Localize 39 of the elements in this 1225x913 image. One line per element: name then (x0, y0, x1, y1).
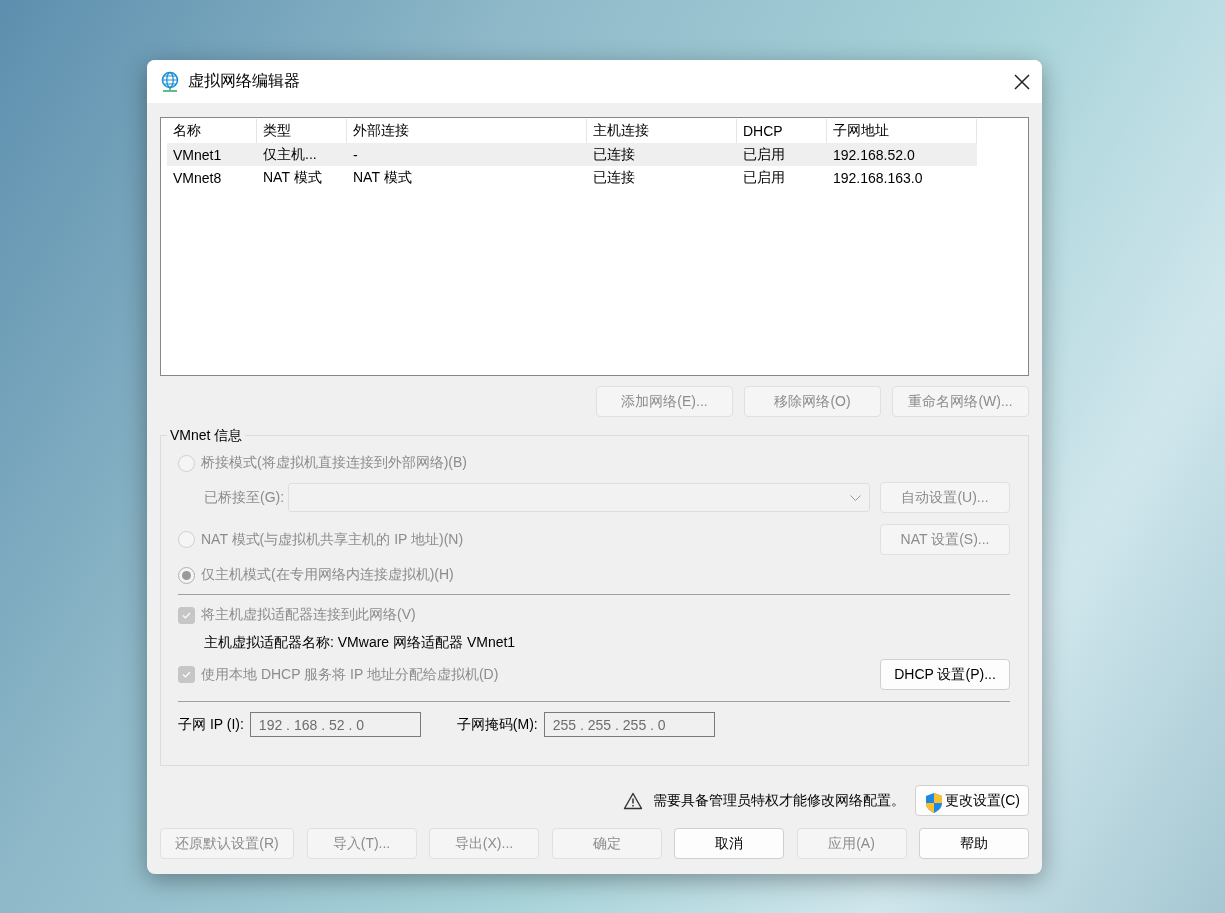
group-title: VMnet 信息 (167, 427, 246, 443)
chevron-down-icon (850, 494, 861, 501)
radio-label: 仅主机模式(在专用网络内连接虚拟机)(H) (201, 566, 454, 584)
dialog-button[interactable]: DHCP 设置(P)... (880, 659, 1010, 690)
dialog-button[interactable]: 取消 (674, 828, 784, 859)
table-cell-text: 192.168.163.0 (832, 168, 924, 188)
globe-icon (160, 70, 180, 93)
shield-icon (923, 792, 944, 815)
check-icon (182, 611, 191, 619)
warning-icon (622, 791, 643, 810)
window-title: 虚拟网络编辑器 (188, 71, 301, 91)
table-cell-text: 已连接 (592, 167, 636, 187)
table-cell-text: VMnet1 (172, 145, 223, 165)
table-cell-text: 已启用 (742, 144, 786, 164)
dialog-button[interactable]: 更改设置(C) (914, 785, 1029, 816)
table-row[interactable]: VMnet8 NAT 模式 NAT 模式 已连接 已启用 192.168.163.0 (167, 166, 1022, 189)
table-cell-text: NAT 模式 (262, 167, 323, 187)
table-cell-text: - (352, 145, 359, 165)
checkbox-label: 使用本地 DHCP 服务将 IP 地址分配给虚拟机(D) (201, 665, 499, 684)
close-icon[interactable] (1014, 73, 1030, 90)
table-cell-text: 192.168.52.0 (832, 145, 916, 165)
radio-label: NAT 模式(与虚拟机共享主机的 IP 地址)(N) (201, 530, 464, 549)
checkbox-label: 将主机虚拟适配器连接到此网络(V) (201, 606, 416, 624)
adapter-name-text: 主机虚拟适配器名称: VMware 网络适配器 VMnet1 (204, 634, 517, 652)
bridged-to-label: 已桥接至(G): (204, 488, 285, 507)
table-cell-text: 仅主机... (262, 144, 318, 164)
table-cell-text: 已连接 (592, 144, 636, 164)
admin-notice-text: 需要具备管理员特权才能修改网络配置。 (652, 791, 905, 810)
table-cell-text: VMnet8 (172, 168, 223, 188)
subnet-ip-label: 子网 IP (I): (178, 715, 244, 734)
table-cell-text: NAT 模式 (352, 167, 413, 187)
ip-address-field[interactable]: 192 . 168 . 52 . 0 (249, 712, 421, 737)
subnet-mask-label: 子网掩码(M): (456, 715, 538, 734)
dialog-button[interactable]: 帮助 (919, 828, 1029, 859)
radio-label: 桥接模式(将虚拟机直接连接到外部网络)(B) (201, 454, 467, 472)
table-row[interactable]: VMnet1 仅主机... - 已连接 已启用 192.168.52.0 (167, 143, 977, 166)
check-icon (182, 671, 191, 678)
table-cell-text: 已启用 (742, 167, 786, 187)
ip-address-field[interactable]: 255 . 255 . 255 . 0 (543, 712, 715, 737)
